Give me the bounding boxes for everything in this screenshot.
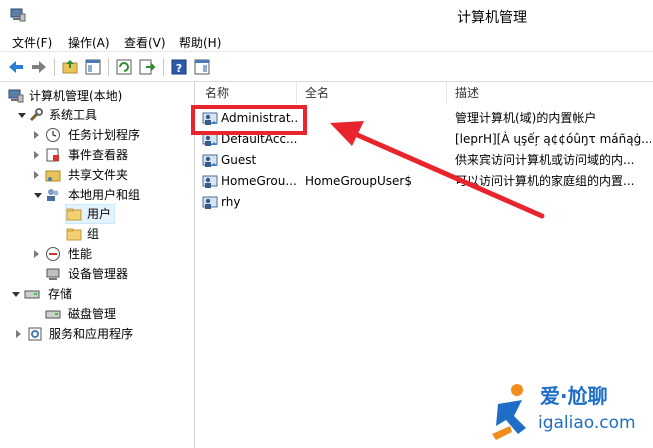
user-name: Guest <box>221 153 257 167</box>
tree-item-label: 服务和应用程序 <box>49 327 134 341</box>
help-icon[interactable]: ? <box>169 57 189 77</box>
disk-icon <box>45 310 61 319</box>
folder-icon <box>66 228 82 241</box>
expand-arrow-icon[interactable] <box>18 113 26 118</box>
expand-arrow-icon[interactable] <box>34 151 39 159</box>
show-hide-tree-icon[interactable] <box>83 57 103 77</box>
tree-item-label: 设备管理器 <box>68 267 129 281</box>
watermark-logo: 爱·尬聊 igaliao.com <box>492 376 653 448</box>
user-name: rhy <box>221 195 241 209</box>
device-manager-icon <box>46 268 60 280</box>
shared-folder-icon <box>45 170 61 182</box>
users-icon <box>47 189 59 201</box>
tree-item-label: 共享文件夹 <box>68 168 129 182</box>
user-description: 可以访问计算机的家庭组的内置... <box>455 174 635 188</box>
window-title: 计算机管理 <box>457 10 527 26</box>
tree-item-label: 本地用户和组 <box>68 188 141 202</box>
tree-item-label: 事件查看器 <box>68 148 129 162</box>
user-icon <box>202 196 218 209</box>
up-folder-icon[interactable] <box>60 57 80 77</box>
tree-item-label: 组 <box>87 227 100 241</box>
refresh-icon[interactable] <box>114 57 134 77</box>
tree-item-label: 系统工具 <box>49 108 98 122</box>
column-header-name[interactable]: 名称 <box>197 82 297 104</box>
list-item[interactable]: Guest 供来宾访问计算机或访问域的内... <box>195 150 653 171</box>
user-icon <box>202 154 218 167</box>
user-icon <box>202 175 218 188</box>
tree-item-label: 磁盘管理 <box>68 307 117 321</box>
svg-text:?: ? <box>176 62 182 75</box>
watermark-site: igaliao.com <box>538 413 636 433</box>
watermark-brand: 爱·尬聊 <box>540 384 608 408</box>
storage-icon <box>24 290 40 299</box>
toolbar-separator <box>108 58 109 76</box>
user-name: HomeGrou... <box>221 174 297 188</box>
list-item[interactable]: HomeGrou... HomeGroupUser$ 可以访问计算机的家庭组的内… <box>195 171 653 192</box>
computer-management-icon <box>8 89 24 103</box>
menu-help[interactable]: 帮助(H) <box>179 34 221 51</box>
tree-item-label: 计算机管理(本地) <box>29 89 123 103</box>
back-arrow-icon[interactable] <box>6 57 26 77</box>
tree-item-label: 任务计划程序 <box>68 128 141 142</box>
export-list-icon[interactable] <box>137 57 157 77</box>
show-hide-action-pane-icon[interactable] <box>192 57 212 77</box>
column-header-fullname[interactable]: 全名 <box>297 82 447 104</box>
tree-item-label: 性能 <box>68 247 93 261</box>
toolbar: ? <box>0 52 653 82</box>
forward-arrow-icon[interactable] <box>29 57 49 77</box>
title-bar: 计算机管理 <box>0 0 653 31</box>
expand-arrow-icon[interactable] <box>34 250 39 258</box>
menu-action[interactable]: 操作(A) <box>68 34 110 51</box>
computer-management-icon <box>10 8 26 22</box>
expand-arrow-icon[interactable] <box>34 131 39 139</box>
menu-bar: 文件(F) 操作(A) 查看(V) 帮助(H) <box>0 31 653 52</box>
tree-item-label: 存储 <box>48 287 73 301</box>
menu-file[interactable]: 文件(F) <box>12 34 52 51</box>
tools-icon <box>29 108 43 122</box>
expand-arrow-icon[interactable] <box>16 330 21 338</box>
runner-logo-icon <box>492 384 526 440</box>
performance-icon <box>46 247 60 261</box>
user-description: [leprH][À ųşếŗ ą¢¢óûŋτ máñąġ... <box>455 132 651 146</box>
menu-view[interactable]: 查看(V) <box>124 34 166 51</box>
user-description: 管理计算机(域)的内置帐户 <box>455 111 597 125</box>
tree-item-label: 用户 <box>87 207 112 221</box>
expand-arrow-icon[interactable] <box>34 193 42 198</box>
user-fullname: HomeGroupUser$ <box>305 174 412 188</box>
toolbar-separator <box>163 58 164 76</box>
folder-icon <box>66 208 82 221</box>
expand-arrow-icon[interactable] <box>12 292 20 297</box>
list-item[interactable]: rhy <box>195 192 653 213</box>
event-viewer-icon <box>46 148 59 162</box>
toolbar-separator <box>54 58 55 76</box>
column-header-description[interactable]: 描述 <box>447 82 653 104</box>
user-description: 供来宾访问计算机或访问域的内... <box>455 153 635 167</box>
annotation-highlight-box <box>191 105 307 135</box>
services-icon <box>28 327 42 341</box>
clock-icon <box>46 128 60 142</box>
expand-arrow-icon[interactable] <box>34 171 39 179</box>
